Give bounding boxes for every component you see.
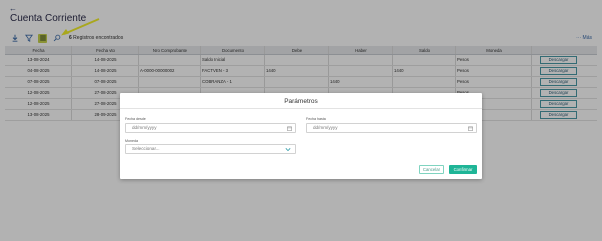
fecha-hasta-placeholder: dd/mm/yyyy	[313, 125, 338, 130]
confirm-button[interactable]: Confirmar	[449, 165, 477, 174]
fecha-desde-field[interactable]: dd/mm/yyyy	[125, 123, 296, 133]
fecha-hasta-label: Fecha hasta	[306, 117, 326, 121]
moneda-selected-value: Seleccionar...	[132, 146, 160, 151]
fecha-desde-label: Fecha desde	[125, 117, 146, 121]
moneda-select[interactable]: Seleccionar...	[125, 144, 296, 154]
fecha-hasta-field[interactable]: dd/mm/yyyy	[306, 123, 477, 133]
parameters-dialog: Parámetros Fecha desde dd/mm/yyyy Fecha …	[120, 93, 482, 179]
chevron-down-icon	[285, 148, 291, 152]
cancel-button[interactable]: Cancelar	[419, 165, 444, 174]
fecha-desde-placeholder: dd/mm/yyyy	[132, 125, 157, 130]
calendar-icon[interactable]	[287, 126, 292, 131]
dialog-divider	[120, 108, 482, 109]
dialog-title: Parámetros	[284, 98, 318, 105]
moneda-label: Moneda	[125, 139, 138, 143]
calendar-icon[interactable]	[468, 126, 473, 131]
